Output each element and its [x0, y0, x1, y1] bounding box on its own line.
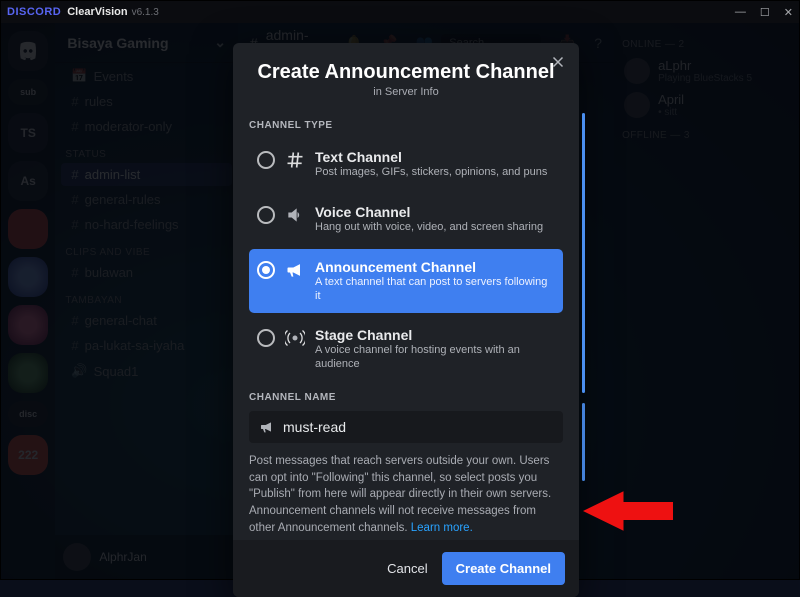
- option-stage-channel[interactable]: Stage Channel A voice channel for hostin…: [249, 317, 563, 382]
- option-title: Text Channel: [315, 149, 547, 165]
- minimize-button[interactable]: —: [735, 6, 746, 19]
- channel-type-label: CHANNEL TYPE: [249, 120, 563, 131]
- discord-window: DISCORD ClearVision v6.1.3 — ☐ ✕ sub TS …: [0, 0, 800, 580]
- close-window-button[interactable]: ✕: [784, 6, 793, 19]
- option-desc: Hang out with voice, video, and screen s…: [315, 221, 543, 235]
- stage-icon: [285, 328, 305, 348]
- modal-scrollbar[interactable]: [582, 403, 585, 481]
- megaphone-icon: [259, 419, 275, 435]
- megaphone-icon: [285, 260, 305, 280]
- channel-name-label: CHANNEL NAME: [249, 392, 563, 403]
- radio-selected-icon: [257, 261, 275, 279]
- option-desc: A text channel that can post to servers …: [315, 276, 555, 304]
- close-modal-button[interactable]: [549, 53, 567, 76]
- close-icon: [549, 53, 567, 71]
- window-controls: — ☐ ✕: [735, 6, 793, 19]
- theme-name: ClearVision: [67, 6, 127, 18]
- option-voice-channel[interactable]: Voice Channel Hang out with voice, video…: [249, 194, 563, 245]
- option-title: Announcement Channel: [315, 259, 555, 275]
- option-announcement-channel[interactable]: Announcement Channel A text channel that…: [249, 249, 563, 314]
- radio-icon: [257, 151, 275, 169]
- option-desc: Post images, GIFs, stickers, opinions, a…: [315, 166, 547, 180]
- option-title: Stage Channel: [315, 327, 555, 343]
- discord-wordmark: DISCORD: [7, 6, 61, 18]
- learn-more-link[interactable]: Learn more.: [411, 522, 473, 534]
- cancel-button[interactable]: Cancel: [387, 561, 427, 576]
- radio-icon: [257, 206, 275, 224]
- channel-name-field[interactable]: [249, 411, 563, 443]
- option-title: Voice Channel: [315, 204, 543, 220]
- window-titlebar: DISCORD ClearVision v6.1.3 — ☐ ✕: [1, 1, 799, 23]
- option-text-channel[interactable]: Text Channel Post images, GIFs, stickers…: [249, 139, 563, 190]
- create-channel-button[interactable]: Create Channel: [442, 552, 565, 585]
- speaker-icon: [285, 205, 305, 225]
- modal-scrollbar[interactable]: [582, 113, 585, 393]
- help-text: Post messages that reach servers outside…: [249, 453, 563, 540]
- theme-version: v6.1.3: [132, 7, 159, 18]
- create-channel-modal: Create Announcement Channel in Server In…: [233, 43, 579, 597]
- option-desc: A voice channel for hosting events with …: [315, 344, 555, 372]
- radio-icon: [257, 329, 275, 347]
- modal-title: Create Announcement Channel: [253, 61, 559, 84]
- channel-name-input[interactable]: [283, 419, 553, 435]
- modal-subtitle: in Server Info: [253, 86, 559, 98]
- maximize-button[interactable]: ☐: [760, 6, 770, 19]
- modal-footer: Cancel Create Channel: [233, 540, 579, 597]
- hash-icon: [285, 150, 305, 170]
